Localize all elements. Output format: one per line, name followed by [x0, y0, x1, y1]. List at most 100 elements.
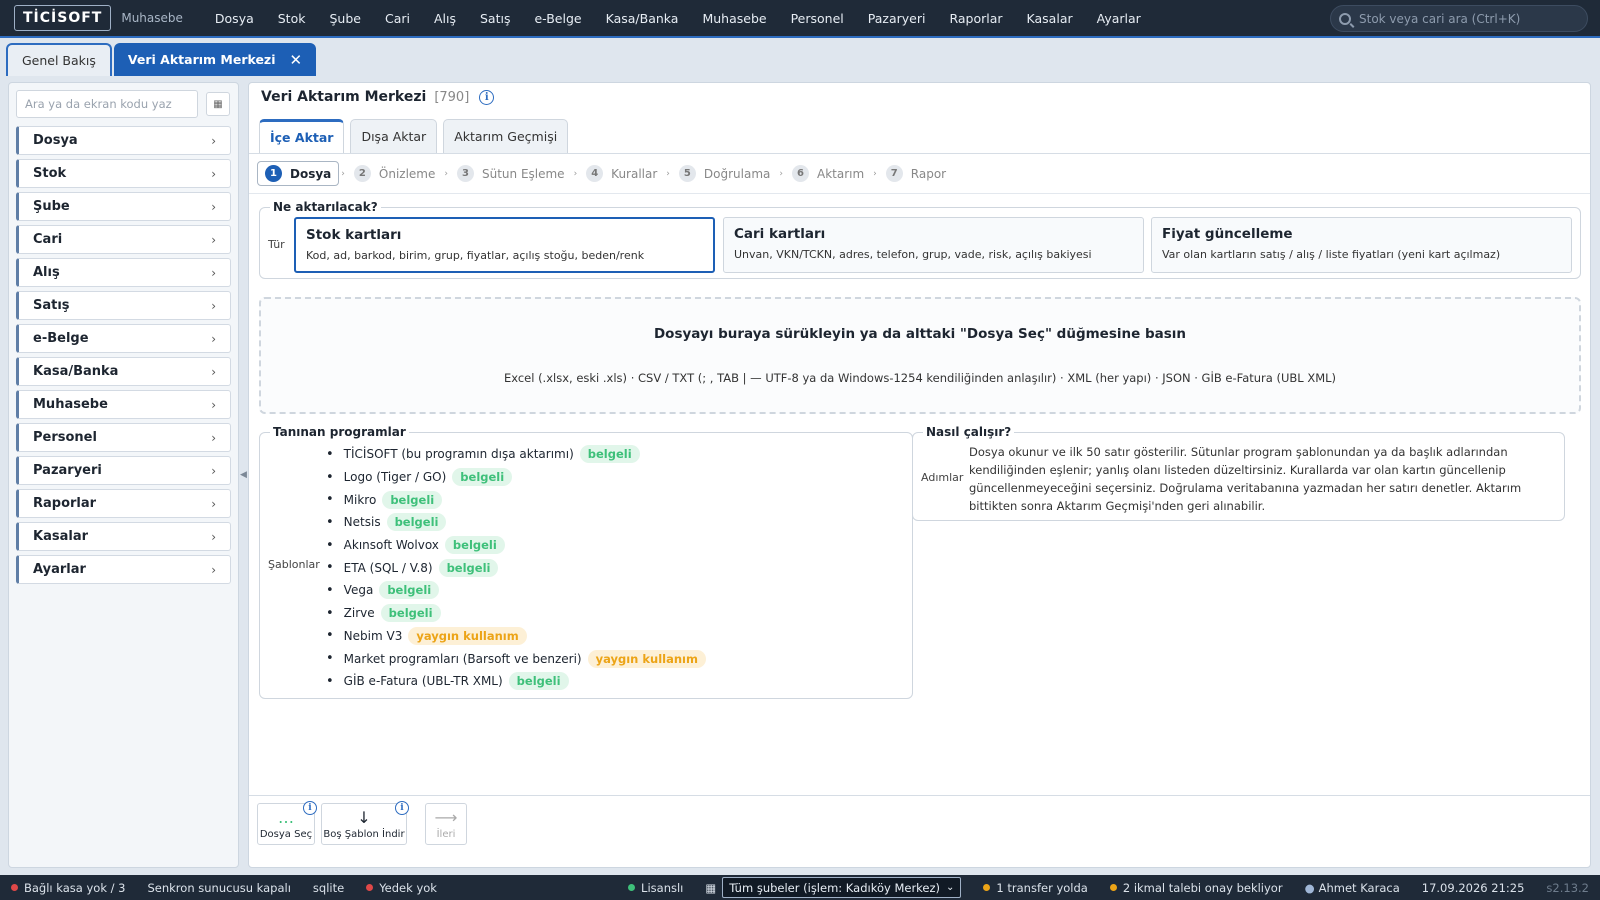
- card-title: Stok kartları: [306, 227, 402, 243]
- group-legend: Ne aktarılacak?: [270, 200, 381, 214]
- sidebar-item-ayarlar[interactable]: Ayarlar ›: [16, 555, 231, 584]
- menu-ayarlar[interactable]: Ayarlar: [1085, 0, 1153, 36]
- sidebar-item-sube[interactable]: Şube ›: [16, 192, 231, 221]
- menu-stok[interactable]: Stok: [266, 0, 318, 36]
- sidebar-item-satis[interactable]: Satış ›: [16, 291, 231, 320]
- sidebar-item-label: e-Belge: [33, 331, 89, 346]
- tab-ice-aktar[interactable]: İçe Aktar: [259, 119, 345, 153]
- sidebar-item-stok[interactable]: Stok ›: [16, 159, 231, 188]
- sidebar-item-pazaryeri[interactable]: Pazaryeri ›: [16, 456, 231, 485]
- status-dot: [366, 884, 374, 891]
- sidebar-item-label: Personel: [33, 430, 97, 445]
- known-programs-group: Tanınan programlar Şablonlar TİCİSOFT (b…: [259, 425, 913, 699]
- tab-aktarim-gecmisi[interactable]: Aktarım Geçmişi: [443, 119, 569, 153]
- module-name: Muhasebe: [121, 11, 183, 25]
- sidebar-item-kasa-banka[interactable]: Kasa/Banka ›: [16, 357, 231, 386]
- step-kurallar[interactable]: 4 Kurallar: [579, 162, 664, 185]
- status-badge: belgeli: [386, 513, 447, 532]
- grid-icon[interactable]: ▦: [206, 92, 230, 116]
- file-drop-zone[interactable]: Dosyayı buraya sürükleyin ya da alttaki …: [259, 297, 1581, 414]
- chevron-right-icon: ›: [211, 430, 216, 445]
- sidebar-search-input[interactable]: Ara ya da ekran kodu yaz: [16, 90, 198, 118]
- step-dogrulama[interactable]: 5 Doğrulama: [672, 162, 777, 185]
- chevron-right-icon: ›: [666, 168, 670, 179]
- step-number: 1: [265, 165, 282, 182]
- type-card-cari[interactable]: Cari kartları Unvan, VKN/TCKN, adres, te…: [723, 217, 1144, 273]
- info-icon[interactable]: i: [303, 801, 317, 815]
- list-item: Zirvebelgeli: [326, 602, 706, 625]
- type-card-fiyat[interactable]: Fiyat güncelleme Var olan kartların satı…: [1151, 217, 1572, 273]
- menu-kasalar[interactable]: Kasalar: [1015, 0, 1085, 36]
- app-logo[interactable]: TİCİSOFT: [14, 5, 112, 31]
- choose-file-button[interactable]: … Dosya Seç i: [257, 801, 317, 845]
- step-dosya[interactable]: 1 Dosya: [257, 161, 340, 186]
- sidebar-item-ebelge[interactable]: e-Belge ›: [16, 324, 231, 353]
- transfer-status[interactable]: 1 transfer yolda: [972, 875, 1098, 900]
- tab-genel-bakis[interactable]: Genel Bakış: [6, 43, 112, 76]
- menu-sube[interactable]: Şube: [317, 0, 372, 36]
- info-icon[interactable]: i: [479, 89, 495, 105]
- step-number: 2: [353, 165, 371, 182]
- global-search-input[interactable]: Stok veya cari ara (Ctrl+K): [1330, 5, 1588, 32]
- status-dot: [983, 884, 991, 891]
- sub-tabs: İçe Aktar Dışa Aktar Aktarım Geçmişi: [259, 119, 574, 153]
- next-button[interactable]: ⟶ İleri: [425, 803, 467, 845]
- step-aktarim[interactable]: 6 Aktarım: [785, 162, 871, 185]
- user-status[interactable]: ● Ahmet Karaca: [1294, 875, 1411, 900]
- top-navbar: TİCİSOFT Muhasebe Dosya Stok Şube Cari A…: [0, 0, 1600, 38]
- sidebar-item-label: Pazaryeri: [33, 463, 102, 478]
- list-item: Vegabelgeli: [326, 579, 706, 602]
- menu-kasa-banka[interactable]: Kasa/Banka: [594, 0, 691, 36]
- menu-ebelge[interactable]: e-Belge: [522, 0, 593, 36]
- status-badge: belgeli: [508, 672, 569, 691]
- menu-dosya[interactable]: Dosya: [203, 0, 266, 36]
- status-badge: belgeli: [444, 536, 505, 555]
- card-desc: Unvan, VKN/TCKN, adres, telefon, grup, v…: [734, 248, 1092, 261]
- approval-status[interactable]: 2 ikmal talebi onay bekliyor: [1099, 875, 1294, 900]
- download-template-button[interactable]: ↓ Boş Şablon İndir i: [321, 801, 409, 845]
- sidebar-item-personel[interactable]: Personel ›: [16, 423, 231, 452]
- divider: [249, 193, 1590, 194]
- step-rapor[interactable]: 7 Rapor: [879, 162, 953, 185]
- db-status: sqlite: [312, 880, 345, 895]
- tab-disa-aktar[interactable]: Dışa Aktar: [350, 119, 438, 153]
- collapse-left-icon[interactable]: ◀: [240, 470, 247, 480]
- sidebar-item-muhasebe[interactable]: Muhasebe ›: [16, 390, 231, 419]
- card-desc: Var olan kartların satış / alış / liste …: [1162, 248, 1501, 261]
- info-icon[interactable]: i: [395, 801, 409, 815]
- status-dot: [628, 884, 636, 891]
- button-label: İleri: [436, 829, 456, 840]
- menu-raporlar[interactable]: Raporlar: [937, 0, 1014, 36]
- menu-satis[interactable]: Satış: [468, 0, 522, 36]
- status-badge: belgeli: [379, 581, 440, 600]
- sidebar-item-alis[interactable]: Alış ›: [16, 258, 231, 287]
- sidebar-item-label: Kasa/Banka: [33, 364, 119, 379]
- chevron-right-icon: ›: [211, 265, 216, 280]
- type-card-stok[interactable]: Stok kartları Kod, ad, barkod, birim, gr…: [294, 217, 715, 273]
- status-dot: [1109, 884, 1117, 891]
- search-icon: [1339, 12, 1351, 25]
- step-onizleme[interactable]: 2 Önizleme: [347, 162, 442, 185]
- menu-personel[interactable]: Personel: [779, 0, 856, 36]
- sidebar-item-raporlar[interactable]: Raporlar ›: [16, 489, 231, 518]
- status-dot: [11, 884, 18, 891]
- program-list: TİCİSOFT (bu programın dışa aktarımı)bel…: [326, 443, 706, 693]
- branch-select[interactable]: Tüm şubeler (işlem: Kadıköy Merkez) ⌄: [722, 877, 962, 898]
- menu-pazaryeri[interactable]: Pazaryeri: [856, 0, 938, 36]
- step-label: Kurallar: [611, 166, 658, 181]
- step-sutun-esleme[interactable]: 3 Sütun Eşleme: [450, 162, 572, 185]
- sidebar-item-dosya[interactable]: Dosya ›: [16, 126, 231, 155]
- menu-muhasebe[interactable]: Muhasebe: [690, 0, 778, 36]
- sidebar-item-label: Raporlar: [33, 496, 97, 511]
- sidebar-item-label: Kasalar: [33, 529, 88, 544]
- sidebar-item-kasalar[interactable]: Kasalar ›: [16, 522, 231, 551]
- chevron-right-icon: ›: [211, 496, 216, 511]
- sidebar-item-label: Cari: [33, 232, 63, 247]
- tab-veri-aktarim-merkezi[interactable]: Veri Aktarım Merkezi ✕: [113, 43, 317, 76]
- menu-alis[interactable]: Alış: [422, 0, 468, 36]
- sidebar-item-cari[interactable]: Cari ›: [16, 225, 231, 254]
- chevron-right-icon: ›: [211, 199, 216, 214]
- close-icon[interactable]: ✕: [290, 51, 303, 69]
- menu-cari[interactable]: Cari: [373, 0, 422, 36]
- chevron-right-icon: ›: [211, 397, 216, 412]
